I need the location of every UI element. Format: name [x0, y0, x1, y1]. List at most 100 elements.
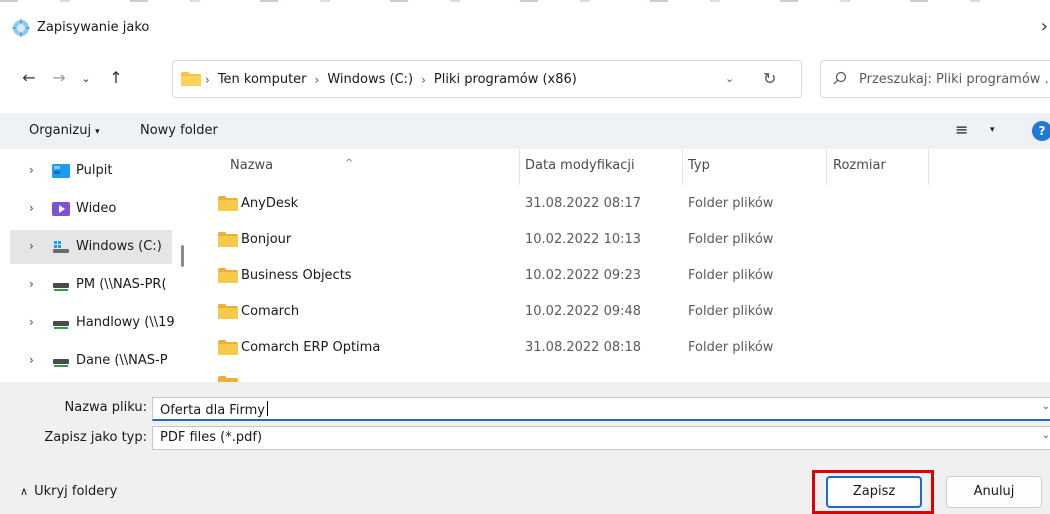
file-type: Folder plików	[688, 268, 774, 283]
dialog-footer: ∧ Ukryj foldery Zapisz Anuluj	[0, 458, 1050, 514]
sidebar-item-handlowy[interactable]: › Handlowy (\\19	[10, 306, 175, 340]
sidebar-item-label: Handlowy (\\19	[76, 315, 175, 330]
close-icon[interactable]: ›	[1041, 16, 1048, 37]
list-item[interactable]: Business Objects 10.02.2022 09:23 Folder…	[193, 258, 1050, 294]
file-date: 31.08.2022 08:17	[525, 196, 642, 211]
filetype-select[interactable]: PDF files (*.pdf) ⌄	[152, 426, 1050, 450]
file-type: Folder plików	[688, 340, 774, 355]
hide-folders-label: Ukryj foldery	[34, 484, 118, 499]
column-header-name[interactable]: Nazwa ^	[215, 149, 520, 185]
network-drive-icon	[53, 359, 69, 367]
save-button[interactable]: Zapisz	[826, 476, 922, 508]
refresh-icon[interactable]: ↻	[763, 69, 776, 88]
organize-caret-icon: ▾	[95, 127, 100, 137]
breadcrumb-windows-c[interactable]: Windows (C:)	[327, 72, 413, 87]
breadcrumb-separator: ›	[314, 72, 320, 87]
hide-folders-button[interactable]: ∧ Ukryj foldery	[20, 484, 117, 499]
file-type: Folder plików	[688, 232, 774, 247]
filetype-dropdown-icon[interactable]: ⌄	[1042, 430, 1050, 441]
folder-icon	[218, 196, 238, 211]
up-arrow-icon[interactable]: ↑	[104, 68, 128, 87]
sidebar-item-windows-c[interactable]: › Windows (C:)	[10, 230, 172, 264]
sidebar-item-label: Wideo	[76, 201, 117, 216]
file-name: Comarch	[241, 304, 300, 319]
folder-icon	[218, 268, 238, 283]
filetype-label: Zapisz jako typ:	[44, 430, 147, 445]
title-bar: Zapisywanie jako ›	[0, 4, 1050, 48]
filename-value: Oferta dla Firmy	[160, 401, 268, 418]
list-item[interactable]: Comarch 10.02.2022 09:48 Folder plików	[193, 294, 1050, 330]
expand-chevron-icon[interactable]: ›	[29, 239, 34, 253]
search-box[interactable]: Przeszukaj: Pliki programów ...	[820, 60, 1050, 98]
column-header-type[interactable]: Typ	[683, 149, 827, 185]
file-list: Nazwa ^ Data modyfikacji Typ Rozmiar Any…	[193, 149, 1050, 382]
recent-locations-chevron-icon[interactable]: ⌄	[74, 72, 98, 85]
filename-label: Nazwa pliku:	[64, 400, 147, 415]
forward-arrow-icon[interactable]: →	[47, 68, 71, 87]
filename-dropdown-icon[interactable]: ⌄	[1042, 401, 1050, 412]
folder-icon	[218, 304, 238, 319]
list-item-partial[interactable]	[193, 366, 1050, 382]
breadcrumb-separator: ›	[205, 72, 210, 87]
address-dropdown-icon[interactable]: ⌄	[725, 72, 734, 85]
expand-chevron-icon[interactable]: ›	[29, 353, 34, 367]
list-item[interactable]: Comarch ERP Optima 31.08.2022 08:18 Fold…	[193, 330, 1050, 366]
file-name: AnyDesk	[241, 196, 299, 211]
new-folder-button[interactable]: Nowy folder	[140, 123, 218, 138]
filename-field[interactable]: Oferta dla Firmy ⌄	[152, 397, 1050, 421]
back-arrow-icon[interactable]: ←	[17, 68, 41, 87]
sidebar-item-label: Windows (C:)	[76, 239, 162, 254]
sidebar-item-label: Dane (\\NAS-P	[76, 353, 168, 368]
folder-icon	[218, 232, 238, 247]
search-icon	[833, 71, 847, 85]
address-bar[interactable]: › Ten komputer › Windows (C:) › Pliki pr…	[172, 60, 802, 98]
breadcrumb-this-pc[interactable]: Ten komputer	[218, 72, 307, 87]
view-options-caret-icon[interactable]: ▾	[990, 125, 995, 135]
drive-icon	[53, 241, 69, 253]
breadcrumb-program-files[interactable]: Pliki programów (x86)	[434, 72, 577, 87]
file-name: Business Objects	[241, 268, 352, 283]
expand-chevron-icon[interactable]: ›	[29, 201, 34, 215]
column-name-label: Nazwa	[230, 158, 274, 173]
column-date-label: Data modyfikacji	[525, 158, 635, 173]
command-bar: Organizuj ▾ Nowy folder ≡ ▾ ?	[0, 113, 1050, 149]
file-date: 31.08.2022 08:18	[525, 340, 642, 355]
expand-chevron-icon[interactable]: ›	[29, 163, 34, 177]
sidebar-item-desktop[interactable]: › Pulpit	[10, 154, 172, 188]
view-options-icon[interactable]: ≡	[955, 120, 968, 139]
column-type-label: Typ	[688, 158, 710, 173]
filetype-value: PDF files (*.pdf)	[160, 430, 263, 445]
expand-chevron-icon[interactable]: ›	[29, 277, 34, 291]
folder-icon	[218, 340, 238, 355]
video-icon	[52, 202, 70, 216]
breadcrumb: › Ten komputer › Windows (C:) › Pliki pr…	[205, 72, 577, 87]
breadcrumb-separator: ›	[421, 72, 426, 87]
network-drive-icon	[53, 283, 69, 291]
sidebar-scrollbar[interactable]	[181, 245, 184, 267]
folder-icon	[181, 72, 201, 86]
sort-ascending-icon: ^	[345, 158, 354, 169]
column-header-size[interactable]: Rozmiar	[827, 149, 929, 185]
sidebar-item-dane[interactable]: › Dane (\\NAS-P	[10, 344, 172, 378]
list-item[interactable]: AnyDesk 31.08.2022 08:17 Folder plików	[193, 186, 1050, 222]
navigation-pane: › Pulpit › Wideo › Windows (C:) › PM (\\…	[0, 149, 190, 382]
sidebar-item-video[interactable]: › Wideo	[10, 192, 172, 226]
help-icon[interactable]: ?	[1032, 121, 1050, 141]
expand-chevron-icon[interactable]: ›	[29, 315, 34, 329]
save-form: Nazwa pliku: Oferta dla Firmy ⌄ Zapisz j…	[0, 382, 1050, 458]
file-type: Folder plików	[688, 304, 774, 319]
collapse-chevron-icon: ∧	[20, 485, 29, 498]
sidebar-item-label: Pulpit	[76, 163, 113, 178]
cancel-button[interactable]: Anuluj	[946, 476, 1042, 508]
file-date: 10.02.2022 09:23	[525, 268, 642, 283]
file-date: 10.02.2022 10:13	[525, 232, 642, 247]
search-input[interactable]: Przeszukaj: Pliki programów ...	[859, 72, 1050, 87]
organize-menu[interactable]: Organizuj ▾	[29, 123, 100, 138]
network-drive-icon	[53, 321, 69, 329]
sidebar-item-pm-nas[interactable]: › PM (\\NAS-PR(	[10, 268, 172, 302]
file-name: Bonjour	[241, 232, 292, 247]
column-header-date[interactable]: Data modyfikacji	[520, 149, 683, 185]
list-item[interactable]: Bonjour 10.02.2022 10:13 Folder plików	[193, 222, 1050, 258]
sidebar-item-label: PM (\\NAS-PR(	[76, 277, 167, 292]
app-icon	[12, 19, 30, 37]
